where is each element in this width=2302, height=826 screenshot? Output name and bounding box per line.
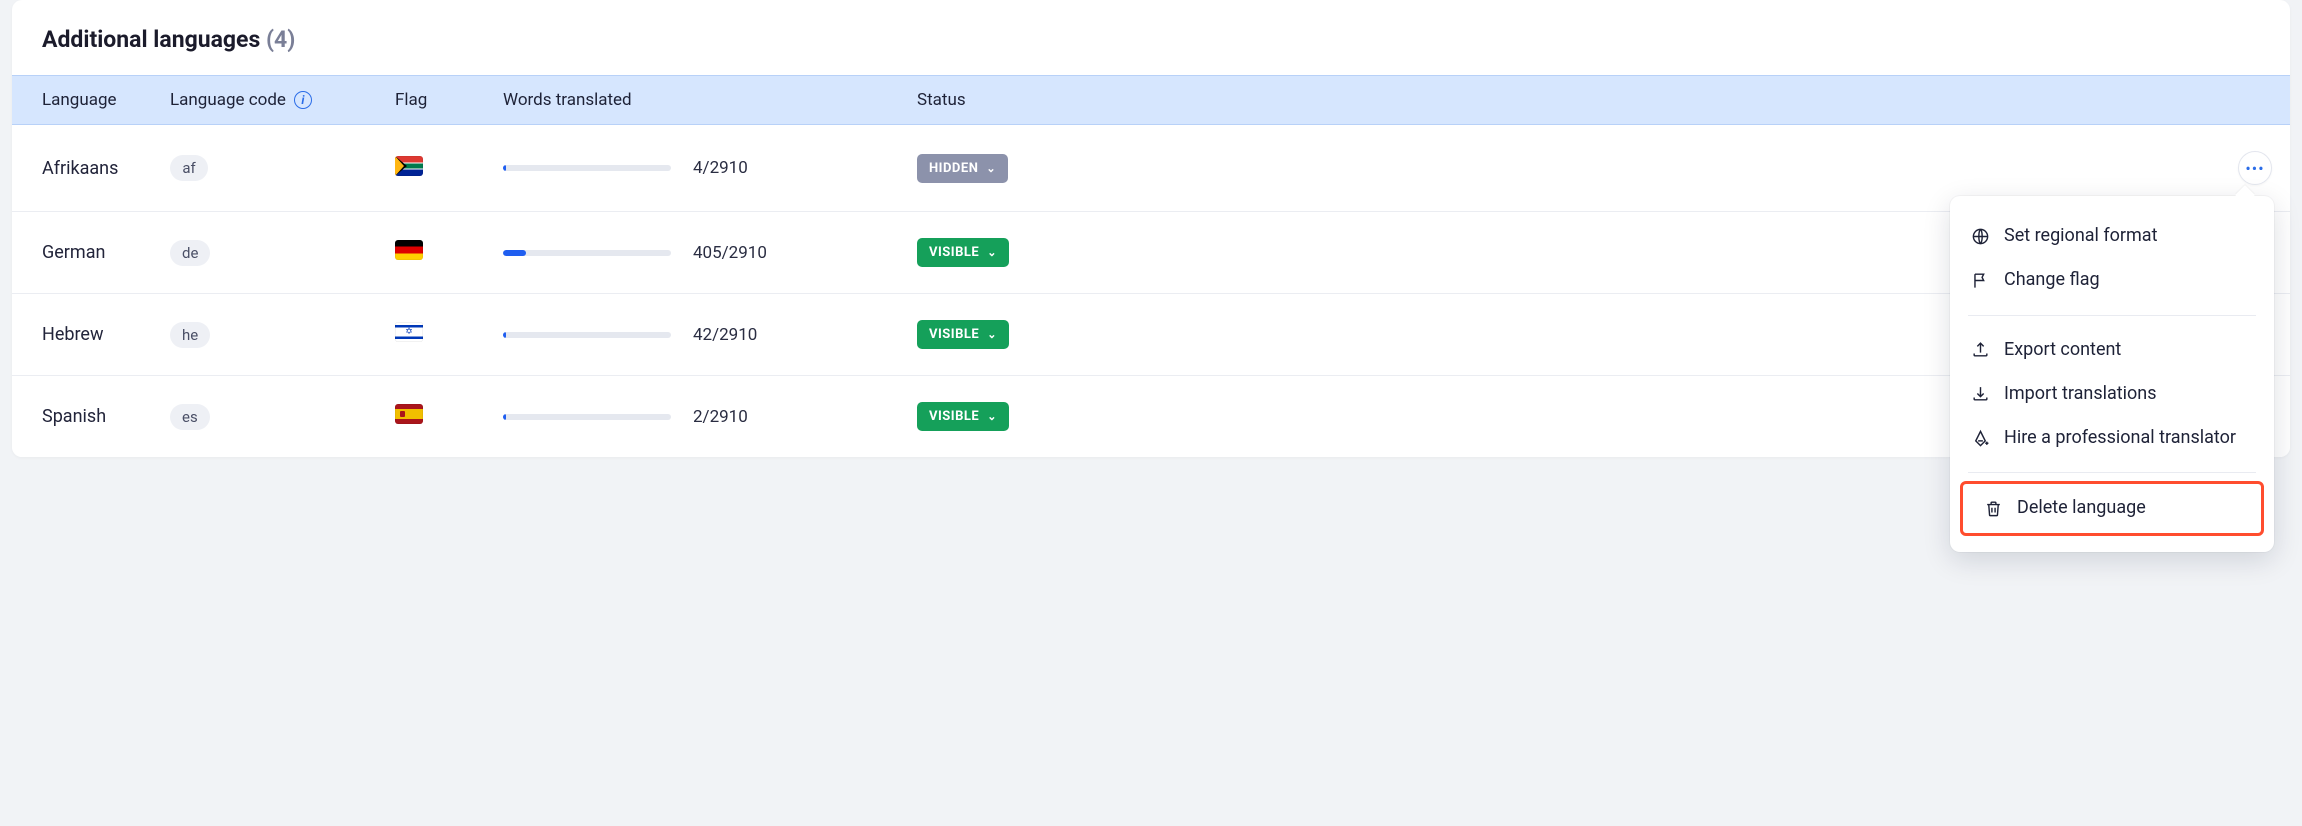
upload-icon xyxy=(1970,340,1990,360)
chevron-down-icon: ⌄ xyxy=(987,246,997,259)
chevron-down-icon: ⌄ xyxy=(987,328,997,341)
download-icon xyxy=(1970,384,1990,404)
col-header-flag: Flag xyxy=(395,90,503,110)
progress-bar xyxy=(503,332,671,338)
progress-bar xyxy=(503,250,671,256)
status-label: HIDDEN xyxy=(929,161,978,176)
language-code-pill: de xyxy=(170,240,210,266)
menu-hire-translator[interactable]: Hire a professional translator xyxy=(1950,416,2274,460)
status-label: VISIBLE xyxy=(929,409,979,424)
status-badge[interactable]: VISIBLE ⌄ xyxy=(917,238,1009,267)
menu-import-label: Import translations xyxy=(2004,382,2254,406)
trash-icon xyxy=(1983,498,2003,518)
flag-icon xyxy=(395,240,423,260)
flag-icon xyxy=(395,404,423,424)
status-badge[interactable]: HIDDEN ⌄ xyxy=(917,154,1008,183)
menu-separator xyxy=(1968,472,2256,473)
status-label: VISIBLE xyxy=(929,327,979,342)
flag-icon xyxy=(1970,270,1990,290)
table-header: Language Language code i Flag Words tran… xyxy=(12,75,2290,125)
progress-bar xyxy=(503,414,671,420)
progress-text: 42/2910 xyxy=(693,325,757,345)
language-code-pill: es xyxy=(170,404,210,430)
status-label: VISIBLE xyxy=(929,245,979,260)
progress: 405/2910 xyxy=(503,243,917,263)
menu-separator xyxy=(1968,315,2256,316)
menu-set-regional-label: Set regional format xyxy=(2004,224,2254,248)
language-name: Afrikaans xyxy=(42,158,118,179)
card-header: Additional languages (4) xyxy=(12,0,2290,75)
language-name: Hebrew xyxy=(42,324,104,345)
progress-text: 4/2910 xyxy=(693,158,748,178)
menu-delete-language[interactable]: Delete language xyxy=(1963,486,2261,530)
delete-highlight-box: Delete language xyxy=(1960,481,2264,535)
flag-icon xyxy=(395,322,423,342)
status-badge[interactable]: VISIBLE ⌄ xyxy=(917,320,1009,349)
language-code-pill: af xyxy=(170,155,208,181)
menu-delete-label: Delete language xyxy=(2017,496,2241,520)
languages-card: Additional languages (4) Language Langua… xyxy=(12,0,2290,457)
info-icon[interactable]: i xyxy=(294,91,312,109)
col-header-language: Language xyxy=(12,90,170,110)
title-text: Additional languages xyxy=(42,26,260,53)
menu-change-flag-label: Change flag xyxy=(2004,268,2254,292)
progress: 2/2910 xyxy=(503,407,917,427)
menu-export-content[interactable]: Export content xyxy=(1950,328,2274,372)
language-name: German xyxy=(42,242,105,263)
status-badge[interactable]: VISIBLE ⌄ xyxy=(917,402,1009,431)
title-count: (4) xyxy=(266,26,295,53)
menu-change-flag[interactable]: Change flag xyxy=(1950,258,2274,302)
table-row: Afrikaans af 4/2910 HIDDEN ⌄ ••• xyxy=(12,125,2290,212)
progress-text: 405/2910 xyxy=(693,243,767,263)
pen-plus-icon xyxy=(1970,428,1990,448)
table-row: Spanish es 2/2910 VISIBLE ⌄ xyxy=(12,376,2290,457)
more-actions-button[interactable]: ••• xyxy=(2238,151,2272,185)
col-header-code-label: Language code xyxy=(170,90,286,110)
menu-import-translations[interactable]: Import translations xyxy=(1950,372,2274,416)
progress-text: 2/2910 xyxy=(693,407,748,427)
progress: 4/2910 xyxy=(503,158,917,178)
col-header-status: Status xyxy=(917,90,2230,110)
language-name: Spanish xyxy=(42,406,106,427)
col-header-code: Language code i xyxy=(170,90,395,110)
menu-export-label: Export content xyxy=(2004,338,2254,362)
col-header-words: Words translated xyxy=(503,90,917,110)
language-code-pill: he xyxy=(170,322,210,348)
table-body: Afrikaans af 4/2910 HIDDEN ⌄ ••• German de 405/2… xyxy=(12,125,2290,457)
table-row: German de 405/2910 VISIBLE ⌄ xyxy=(12,212,2290,294)
row-actions-menu: Set regional format Change flag xyxy=(1950,196,2274,552)
progress-bar xyxy=(503,165,671,171)
menu-set-regional-format[interactable]: Set regional format xyxy=(1950,214,2274,258)
menu-hire-label: Hire a professional translator xyxy=(2004,426,2254,450)
table-row: Hebrew he 42/2910 VISIBLE ⌄ xyxy=(12,294,2290,376)
progress: 42/2910 xyxy=(503,325,917,345)
card-title: Additional languages (4) xyxy=(42,26,295,53)
globe-icon xyxy=(1970,226,1990,246)
chevron-down-icon: ⌄ xyxy=(987,410,997,423)
chevron-down-icon: ⌄ xyxy=(986,162,996,175)
flag-icon xyxy=(395,156,423,176)
